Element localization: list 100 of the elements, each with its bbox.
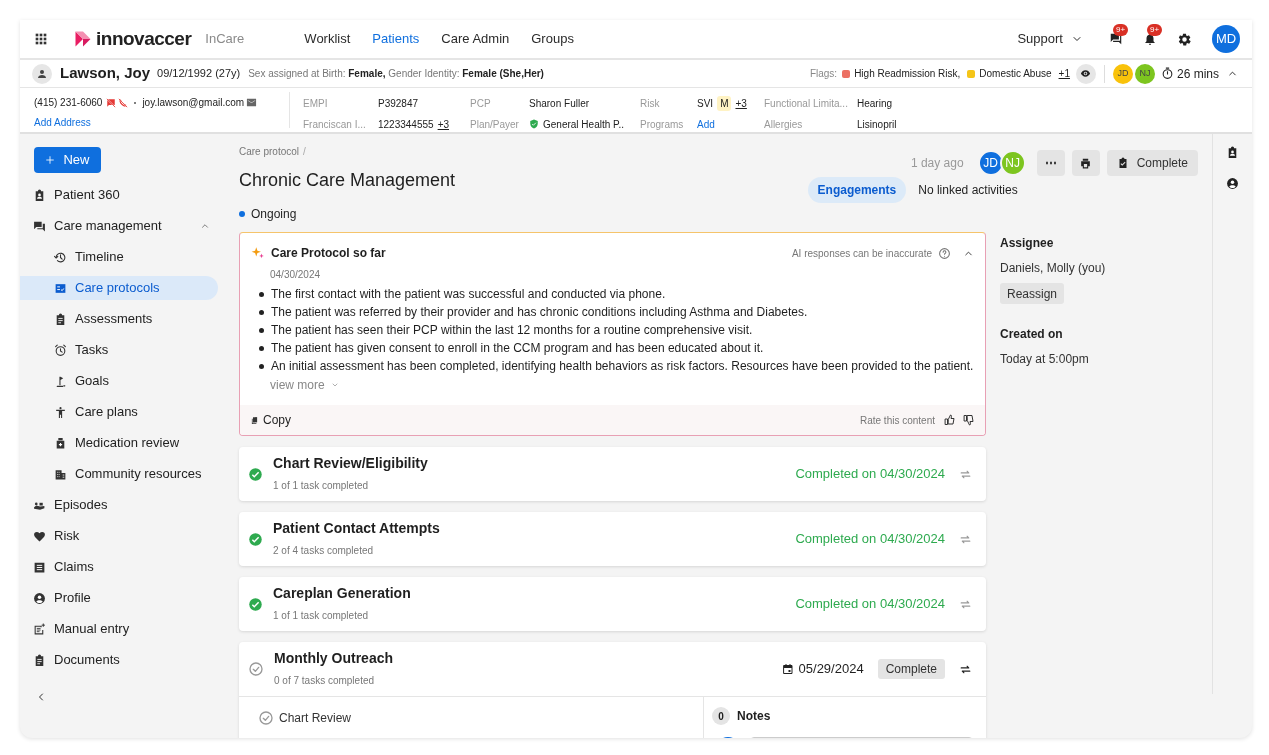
- field-value: Hearing: [857, 96, 893, 111]
- step-title: Monthly Outreach: [274, 649, 394, 668]
- check-circle-icon: [248, 596, 263, 612]
- completion-status: Completed on 04/30/2024: [795, 530, 945, 549]
- field-value: 1223344555: [378, 117, 434, 132]
- summary-bullet: The patient has given consent to enroll in the CCM program and has been educated about it.: [271, 340, 764, 357]
- field-label: EMPI: [303, 96, 329, 111]
- settings-icon[interactable]: [1177, 31, 1192, 47]
- view-more-link[interactable]: view more: [270, 376, 339, 394]
- phone-number: (415) 231-6060: [34, 96, 103, 110]
- notification-badge: 9+: [1113, 24, 1129, 36]
- care-team-avatar[interactable]: NJ: [1134, 63, 1155, 84]
- sidebar-item[interactable]: Claims: [20, 555, 218, 579]
- check-circle-icon: [248, 466, 263, 482]
- complete-button[interactable]: Complete: [1106, 150, 1198, 176]
- field-label: Allergies: [764, 117, 804, 132]
- brand-name: innovaccer: [96, 26, 192, 51]
- clipboard-icon: [33, 653, 46, 667]
- no-sms-icon: [106, 97, 117, 108]
- sidebar-item[interactable]: Manual entry: [20, 617, 218, 641]
- copy-icon: [250, 415, 259, 425]
- reassign-button[interactable]: Reassign: [1000, 283, 1065, 304]
- summary-bullet: The patient was referred by their provider and has chronic conditions including Asthma and Diabetes.: [271, 304, 808, 321]
- check-circle-outline-icon: [248, 661, 264, 677]
- notification-badge: 9+: [1147, 24, 1163, 36]
- field-value: Lisinopril: [857, 117, 897, 132]
- add-program-link[interactable]: Add: [697, 116, 715, 132]
- print-button[interactable]: [1071, 150, 1100, 176]
- sidebar-item[interactable]: Profile: [20, 586, 218, 610]
- timer-text: 26 mins: [1176, 65, 1219, 83]
- summary-bullet: An initial assessment has been completed, identifying health behaviors as risk factors. Resources have been provided to the patient.: [271, 358, 974, 375]
- account-icon: [33, 591, 46, 605]
- sidebar-item[interactable]: Tasks: [20, 338, 218, 362]
- completion-status: Completed on 04/30/2024: [795, 465, 945, 484]
- support-menu[interactable]: Support: [1017, 29, 1083, 49]
- risk-level-badge: M: [717, 95, 732, 111]
- step-subtitle: 2 of 4 tasks completed: [273, 544, 375, 558]
- account-icon[interactable]: [1226, 177, 1239, 190]
- product-name: InCare: [205, 30, 245, 49]
- sidebar-item[interactable]: Episodes: [20, 493, 218, 517]
- flags-label: Flags:: [809, 67, 838, 81]
- step-title: Careplan Generation: [273, 584, 412, 603]
- nav-tab[interactable]: Worklist: [304, 29, 351, 49]
- sidebar-item[interactable]: Documents: [20, 648, 218, 672]
- patient-dob: 09/12/1992 (27y): [157, 66, 241, 82]
- sidebar-item[interactable]: Care protocols: [20, 276, 218, 300]
- list-icon: [33, 560, 46, 574]
- field-value: P392847: [378, 96, 419, 111]
- thumbs-up-icon[interactable]: [944, 414, 956, 426]
- sidebar-item[interactable]: Community resources: [20, 462, 218, 486]
- checklist-icon: [54, 281, 67, 295]
- note-add-icon: [33, 622, 46, 636]
- copy-button[interactable]: Copy: [250, 411, 291, 429]
- sidebar-item[interactable]: Care management: [20, 214, 218, 238]
- breadcrumb-link[interactable]: Care protocol: [239, 144, 300, 159]
- summary-date: 04/30/2024: [269, 268, 322, 282]
- summary-bullet: The patient has seen their PCP within the last 12 months for a routine comprehensive visit.: [271, 322, 753, 339]
- add-address-link[interactable]: Add Address: [34, 115, 289, 130]
- sidebar-item[interactable]: Timeline: [20, 245, 218, 269]
- help-icon[interactable]: [938, 246, 951, 260]
- field-label: Programs: [640, 117, 685, 132]
- field-value: Sharon Fuller: [529, 96, 590, 111]
- task-row[interactable]: Chart Review: [239, 697, 703, 738]
- chevron-up-icon: [200, 221, 210, 231]
- more-options-button[interactable]: ⋯: [1036, 150, 1065, 176]
- eye-icon: [1080, 68, 1092, 79]
- more-flags-link[interactable]: +1: [1058, 66, 1070, 81]
- patient-sex-gender: Sex assigned at Birth: Female, Gender Identity: Female (She,Her): [248, 67, 544, 81]
- sidebar-item[interactable]: Care plans: [20, 400, 218, 424]
- sidebar-item[interactable]: Patient 360: [20, 183, 218, 207]
- view-flags-button[interactable]: [1075, 63, 1096, 84]
- heart-icon: [33, 529, 46, 543]
- apps-menu-icon[interactable]: [33, 31, 49, 47]
- rate-label: Rate this content: [859, 413, 935, 428]
- field-label: Risk: [640, 96, 661, 111]
- assignee-avatar[interactable]: JD: [977, 150, 1004, 176]
- step-subtitle: 1 of 1 task completed: [273, 609, 370, 623]
- field-value: SVI: [697, 96, 714, 111]
- new-button[interactable]: New: [34, 147, 101, 173]
- contact-card-icon[interactable]: [1226, 146, 1239, 159]
- breadcrumb-separator: /: [303, 145, 306, 159]
- complete-step-button[interactable]: Complete: [877, 659, 945, 679]
- sidebar-item[interactable]: Assessments: [20, 307, 218, 331]
- nav-tab[interactable]: Groups: [531, 29, 574, 49]
- sidebar-item[interactable]: Goals: [20, 369, 218, 393]
- bell-icon[interactable]: [1143, 32, 1157, 46]
- nav-tab[interactable]: Care Admin: [441, 29, 510, 49]
- flag-label: High Readmission Risk,: [854, 67, 961, 81]
- building-icon: [54, 467, 67, 481]
- more-link[interactable]: +3: [437, 116, 450, 132]
- check-circle-outline-icon: [258, 709, 274, 726]
- calendar-icon: [781, 663, 794, 675]
- sidebar-item[interactable]: Medication review: [20, 431, 218, 455]
- user-avatar[interactable]: MD: [1212, 25, 1240, 53]
- care-team-avatar[interactable]: JD: [1112, 63, 1133, 84]
- engagements-button[interactable]: Engagements: [807, 177, 907, 203]
- nav-tab[interactable]: Patients: [372, 29, 420, 49]
- more-link[interactable]: +3: [735, 95, 747, 111]
- thumbs-down-icon[interactable]: [963, 414, 975, 426]
- sidebar-item[interactable]: Risk: [20, 524, 218, 548]
